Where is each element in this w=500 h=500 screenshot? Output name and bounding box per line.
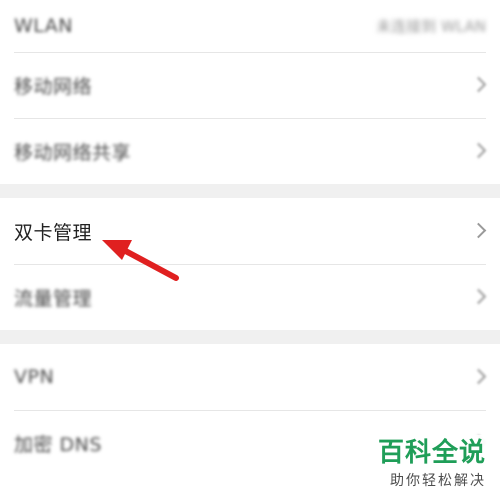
settings-row-label: VPN xyxy=(14,366,55,388)
group-divider xyxy=(0,330,500,344)
settings-row-label: 流量管理 xyxy=(14,287,93,310)
settings-row-label: 移动网络 xyxy=(14,75,93,98)
watermark-title: 百科全说 xyxy=(377,438,486,469)
settings-row-tethering[interactable]: 移动网络共享 xyxy=(0,118,500,184)
chevron-right-icon xyxy=(470,368,487,385)
chevron-right-icon xyxy=(470,288,487,305)
settings-row-data-usage[interactable]: 流量管理 xyxy=(0,264,500,330)
settings-row-mobile-network[interactable]: 移动网络 xyxy=(0,52,500,118)
watermark-logo: 百科全说 助你轻松解决 xyxy=(371,435,492,494)
group-divider xyxy=(0,184,500,198)
settings-group-sim: 双卡管理 流量管理 xyxy=(0,198,500,330)
settings-row-label: 双卡管理 xyxy=(14,221,93,244)
wlan-status-value: 未连接到 WLAN xyxy=(376,17,486,36)
settings-group-network: WLAN 未连接到 WLAN 移动网络 移动网络共享 xyxy=(0,0,500,184)
chevron-right-icon xyxy=(470,142,487,159)
watermark-subtitle: 助你轻松解决 xyxy=(390,473,486,489)
red-pointer-arrow-icon xyxy=(102,240,179,281)
settings-row-wlan[interactable]: WLAN 未连接到 WLAN xyxy=(0,0,500,52)
settings-row-label: WLAN xyxy=(14,15,74,37)
settings-row-vpn[interactable]: VPN xyxy=(0,344,500,410)
chevron-right-icon xyxy=(470,76,487,93)
chevron-right-icon xyxy=(470,222,487,239)
settings-row-label: 加密 DNS xyxy=(14,433,102,456)
settings-row-label: 移动网络共享 xyxy=(14,141,132,164)
settings-row-dual-sim[interactable]: 双卡管理 xyxy=(0,198,500,264)
